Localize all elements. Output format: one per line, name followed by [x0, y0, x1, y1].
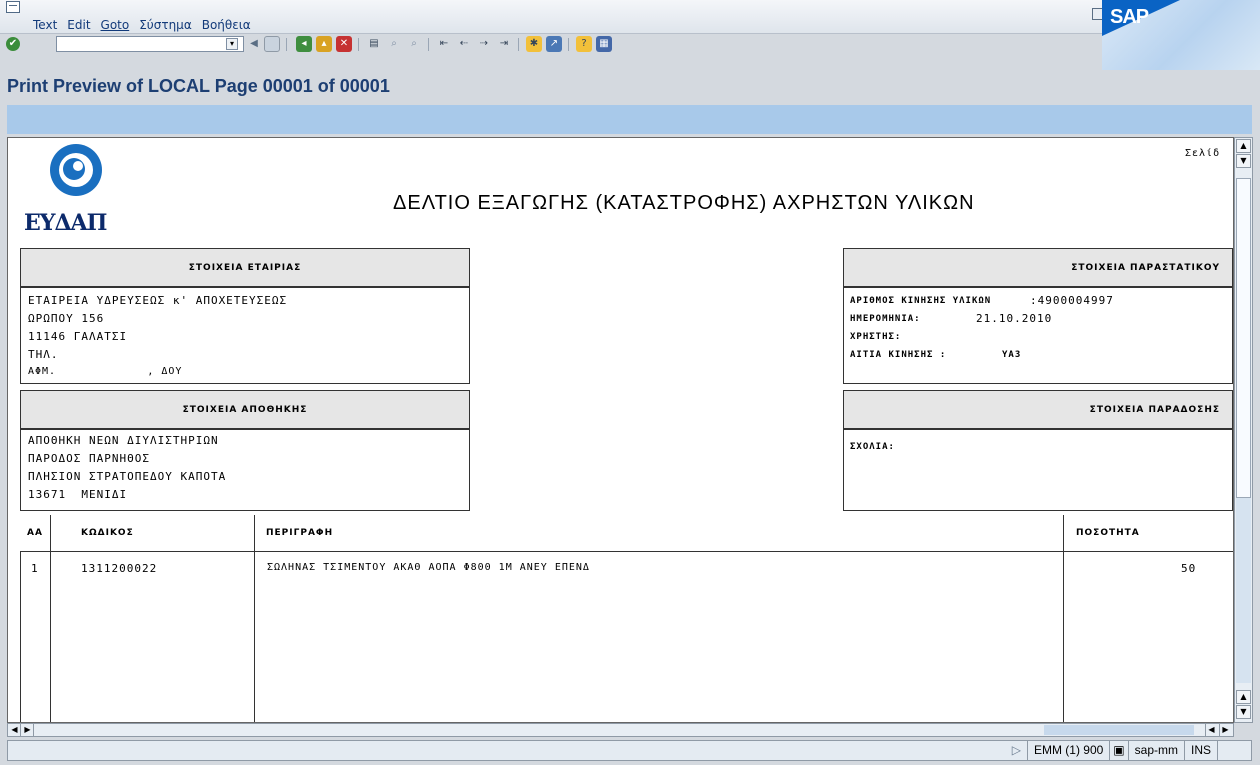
sap-logo-text: SAP — [1110, 6, 1149, 28]
page-label: Σελίδ — [1185, 148, 1221, 159]
menu-text[interactable]: Text — [28, 18, 62, 32]
session-info[interactable]: EMM (1) 900 — [1026, 740, 1109, 761]
previous-page-icon[interactable]: ⇠ — [456, 36, 472, 52]
scroll-right-icon[interactable]: ▶ — [1219, 724, 1231, 736]
company-line: ΤΗΛ. — [28, 348, 59, 361]
company-line: ΩΡΩΠΟΥ 156 — [28, 312, 105, 325]
document-info-header: ΣΤΟΙΧΕΙΑ ΠΑΡΑΣΤΑΤΙΚΟΥ — [843, 248, 1233, 287]
find-next-icon[interactable]: ⌕ — [406, 36, 422, 52]
scroll-down-icon[interactable]: ▼ — [1236, 705, 1251, 719]
user-info: sap-mm — [1127, 740, 1184, 761]
cancel-icon[interactable]: ✕ — [336, 36, 352, 52]
scroll-left-icon[interactable]: ◀ — [1205, 724, 1217, 736]
scrollbar-thumb[interactable] — [1236, 178, 1251, 498]
date-label: ΗΜΕΡΟΜΗΝΙΑ: — [850, 314, 921, 324]
column-code: ΚΩΔΙΚΟΣ — [51, 515, 255, 552]
first-page-icon[interactable]: ⇤ — [436, 36, 452, 52]
items-table: ΑΑ ΚΩΔΙΚΟΣ ΠΕΡΙΓΡΑΦΗ ΠΟΣΟΤΗΤΑ 1 13112000… — [20, 515, 1233, 722]
warehouse-line: 13671 ΜΕΝΙΔΙ — [28, 488, 128, 501]
document-number-value: :4900004997 — [1030, 294, 1114, 307]
company-line: 11146 ΓΑΛΑΤΣΙ — [28, 330, 128, 343]
scroll-up-icon[interactable]: ▲ — [1236, 139, 1251, 153]
scroll-right-icon[interactable]: ▶ — [22, 724, 34, 736]
vertical-scrollbar[interactable]: ▲ ▼ ▲ ▼ — [1234, 137, 1253, 723]
create-session-icon[interactable]: ✱ — [526, 36, 542, 52]
row-description: ΣΩΛΗΝΑΣ ΤΣΙΜΕΝΤΟΥ ΑΚΑΘ ΑΟΠΑ Φ800 1Μ ΑΝΕΥ… — [267, 562, 590, 573]
session-icon[interactable]: ▣ — [1109, 740, 1127, 761]
delivery-header: ΣΤΟΙΧΕΙΑ ΠΑΡΑΔΟΣΗΣ — [843, 390, 1233, 429]
application-toolbar — [7, 105, 1252, 134]
page-title: Print Preview of LOCAL Page 00001 of 000… — [7, 76, 390, 96]
sap-logo: SAP — [1102, 0, 1260, 70]
column-aa: ΑΑ — [20, 515, 51, 552]
print-icon[interactable]: ▤ — [366, 36, 382, 52]
enter-icon[interactable]: ✔ — [6, 37, 20, 51]
warehouse-header: ΣΤΟΙΧΕΙΑ ΑΠΟΘΗΚΗΣ — [20, 390, 470, 429]
user-label: ΧΡΗΣΤΗΣ: — [850, 332, 902, 342]
exit-icon[interactable]: ▴ — [316, 36, 332, 52]
row-code: 1311200022 — [81, 562, 158, 575]
back-arrow-icon[interactable]: ◂ — [296, 36, 312, 52]
layout-menu-icon[interactable]: ▦ — [596, 36, 612, 52]
help-icon[interactable]: ? — [576, 36, 592, 52]
scroll-up-icon[interactable]: ▲ — [1236, 690, 1251, 704]
save-icon[interactable] — [264, 36, 280, 52]
document-info-box: ΑΡΙΘΜΟΣ ΚΙΝΗΣΗΣ ΥΛΙΚΩΝ :4900004997 ΗΜΕΡΟ… — [843, 287, 1233, 384]
find-icon[interactable]: ⌕ — [386, 36, 402, 52]
menu-help[interactable]: Βοήθεια — [197, 18, 256, 32]
company-header: ΣΤΟΙΧΕΙΑ ΕΤΑΙΡΙΑΣ — [20, 248, 470, 287]
logo-text: ΕΥΔΑΠ — [24, 210, 107, 236]
print-preview-document: ΕΥΔΑΠ ΔΕΛΤΙΟ ΕΞΑΓΩΓΗΣ (ΚΑΤΑΣΤΡΟΦΗΣ) ΑΧΡΗ… — [7, 137, 1234, 723]
menu-system[interactable]: Σύστημα — [134, 18, 197, 32]
menu-bar: Text Edit Goto Σύστημα Βοήθεια — [0, 0, 1260, 34]
warehouse-line: ΠΛΗΣΙΟΝ ΣΤΡΑΤΟΠΕΔΟΥ ΚΑΠΟΤΑ — [28, 470, 227, 483]
input-mode[interactable]: INS — [1183, 740, 1217, 761]
warehouse-line: ΑΠΟΘΗΚΗ ΝΕΩΝ ΔΙΥΛΙΣΤΗΡΙΩΝ — [28, 434, 219, 447]
shortcut-icon[interactable]: ↗ — [546, 36, 562, 52]
warehouse-line: ΠΑΡΟΔΟΣ ΠΑΡΝΗΘΟΣ — [28, 452, 150, 465]
scrollbar-track[interactable] — [1236, 498, 1251, 683]
menu-edit[interactable]: Edit — [62, 18, 95, 32]
company-line: ΕΤΑΙΡΕΙΑ ΥΔΡΕΥΣΕΩΣ κ' ΑΠΟΧΕΤΕΥΣΕΩΣ — [28, 294, 288, 307]
company-line: ΑΦΜ. , ΔΟΥ — [28, 366, 183, 377]
reason-value: ΥΑ3 — [1002, 350, 1022, 360]
reason-label: ΑΙΤΙΑ ΚΙΝΗΣΗΣ : — [850, 350, 947, 360]
document-title: ΔΕΛΤΙΟ ΕΞΑΓΩΓΗΣ (ΚΑΤΑΣΤΡΟΦΗΣ) ΑΧΡΗΣΤΩΝ Υ… — [393, 192, 975, 214]
scrollbar-thumb[interactable] — [1044, 725, 1194, 735]
column-quantity: ΠΟΣΟΤΗΤΑ — [1064, 515, 1233, 552]
column-description: ΠΕΡΙΓΡΑΦΗ — [255, 515, 1064, 552]
delivery-box: ΣΧΟΛΙΑ: — [843, 429, 1233, 511]
next-page-icon[interactable]: ⇢ — [476, 36, 492, 52]
warehouse-box: ΑΠΟΘΗΚΗ ΝΕΩΝ ΔΙΥΛΙΣΤΗΡΙΩΝ ΠΑΡΟΔΟΣ ΠΑΡΝΗΘ… — [20, 429, 470, 511]
status-bar: ▷ EMM (1) 900 ▣ sap-mm INS — [7, 740, 1252, 761]
command-history-icon[interactable]: ▾ — [226, 38, 238, 50]
resize-grip-icon[interactable] — [1217, 740, 1251, 761]
eydap-logo-icon — [50, 144, 102, 196]
system-menu-icon[interactable] — [6, 1, 20, 13]
scroll-down-icon[interactable]: ▼ — [1236, 154, 1251, 168]
document-number-label: ΑΡΙΘΜΟΣ ΚΙΝΗΣΗΣ ΥΛΙΚΩΝ — [850, 296, 992, 306]
row-aa: 1 — [31, 562, 39, 575]
command-field[interactable] — [56, 36, 244, 52]
date-value: 21.10.2010 — [976, 312, 1053, 325]
comments-label: ΣΧΟΛΙΑ: — [850, 442, 895, 452]
row-quantity: 50 — [1181, 562, 1197, 575]
company-box: ΕΤΑΙΡΕΙΑ ΥΔΡΕΥΣΕΩΣ κ' ΑΠΟΧΕΤΕΥΣΕΩΣ ΩΡΩΠΟ… — [20, 287, 470, 384]
horizontal-scrollbar[interactable]: ◀ ▶ ◀ ▶ — [7, 723, 1234, 737]
scroll-left-icon[interactable]: ◀ — [9, 724, 21, 736]
last-page-icon[interactable]: ⇥ — [496, 36, 512, 52]
menu-goto[interactable]: Goto — [96, 18, 135, 32]
back-icon[interactable]: ◀ — [246, 36, 262, 52]
status-toggle-icon[interactable]: ▷ — [1006, 740, 1027, 761]
